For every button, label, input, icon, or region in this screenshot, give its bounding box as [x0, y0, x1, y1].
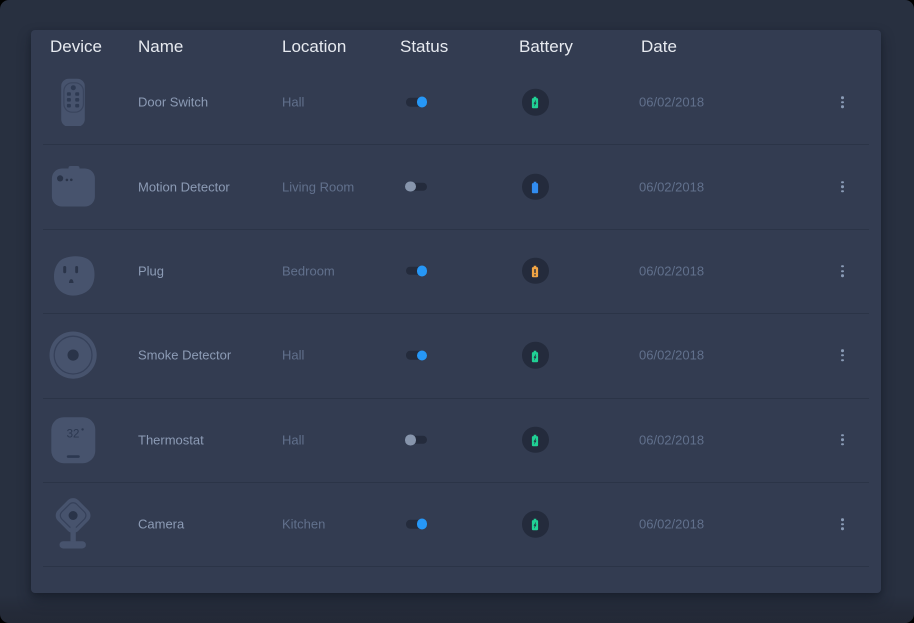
svg-text:32: 32	[66, 428, 79, 440]
